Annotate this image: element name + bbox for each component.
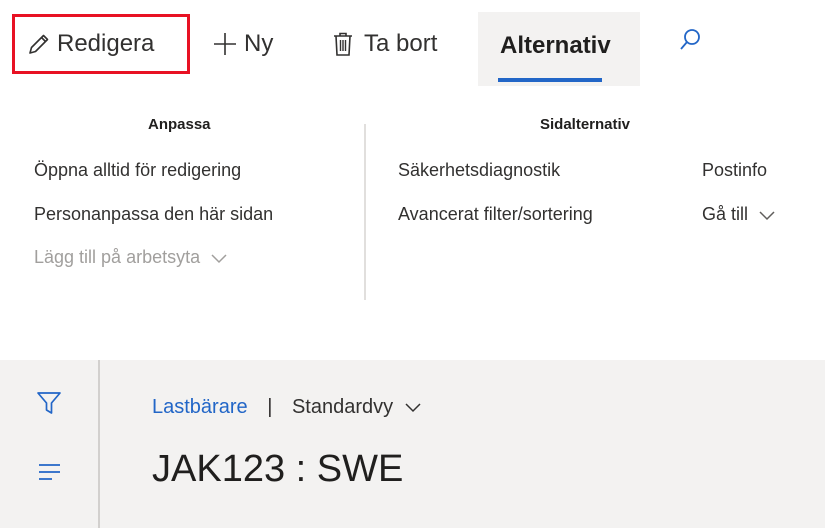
breadcrumb-separator: | xyxy=(267,396,273,418)
hamburger-icon[interactable] xyxy=(38,462,62,487)
active-tab-indicator xyxy=(498,78,602,82)
left-rail xyxy=(0,360,98,528)
command-area: Redigera Ny Ta bort Alternativ Anpassa Ö… xyxy=(0,0,825,348)
go-to-menu[interactable]: Gå till xyxy=(702,204,775,226)
always-open-for-edit-item[interactable]: Öppna alltid för redigering xyxy=(34,160,241,181)
advanced-filter-sort-item[interactable]: Avancerat filter/sortering xyxy=(398,204,593,225)
chevron-down-icon xyxy=(759,205,775,226)
delete-button-label: Ta bort xyxy=(364,30,438,57)
tab-options-label: Alternativ xyxy=(500,32,611,59)
group-title-page-options: Sidalternativ xyxy=(540,116,631,133)
edit-button-label: Redigera xyxy=(57,30,155,57)
pencil-icon xyxy=(27,32,57,56)
plus-icon xyxy=(212,31,244,57)
page-title: JAK123 : SWE xyxy=(152,448,404,490)
view-selector[interactable]: Standardvy xyxy=(292,396,421,418)
go-to-label: Gå till xyxy=(702,204,749,224)
chevron-down-icon xyxy=(405,396,421,419)
security-diagnostics-item[interactable]: Säkerhetsdiagnostik xyxy=(398,160,560,181)
action-pane: Redigera Ny Ta bort Alternativ xyxy=(0,0,825,88)
view-name: Standardvy xyxy=(291,396,394,418)
group-divider xyxy=(364,124,366,300)
breadcrumb-link[interactable]: Lastbärare xyxy=(152,396,248,418)
search-button[interactable] xyxy=(678,28,702,57)
new-button[interactable]: Ny xyxy=(212,14,273,74)
personalize-page-item[interactable]: Personanpassa den här sidan xyxy=(34,204,273,225)
record-info-item[interactable]: Postinfo xyxy=(702,160,767,181)
add-to-workspace-item: Lägg till på arbetsyta xyxy=(34,247,227,269)
chevron-down-icon xyxy=(211,248,227,269)
trash-icon xyxy=(332,31,364,57)
tab-options[interactable]: Alternativ xyxy=(478,12,640,86)
record-header: Lastbärare | Standardvy JAK123 : SWE xyxy=(100,360,825,528)
search-icon xyxy=(678,29,702,56)
breadcrumb: Lastbärare | Standardvy xyxy=(152,396,421,419)
filter-icon[interactable] xyxy=(36,390,62,421)
add-to-workspace-label: Lägg till på arbetsyta xyxy=(34,247,201,267)
edit-button[interactable]: Redigera xyxy=(12,14,190,74)
new-button-label: Ny xyxy=(244,30,274,57)
delete-button[interactable]: Ta bort xyxy=(332,14,437,74)
group-title-customize: Anpassa xyxy=(148,116,211,133)
